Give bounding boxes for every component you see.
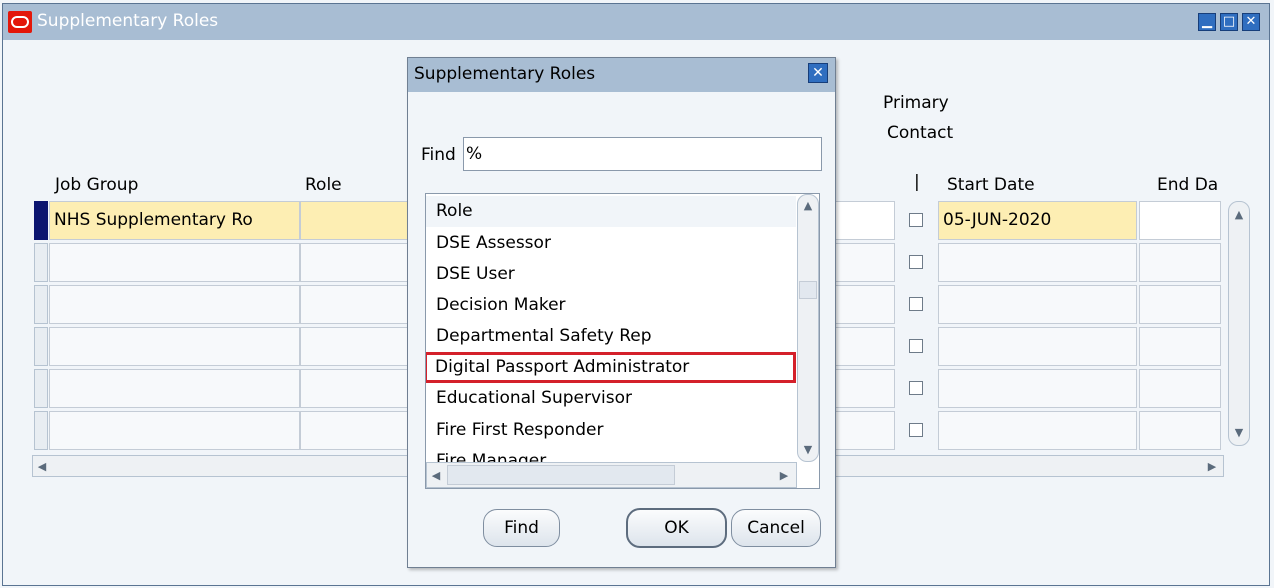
scroll-up-arrow-icon[interactable]: ▲ bbox=[1232, 208, 1246, 221]
job-group-cell[interactable] bbox=[49, 369, 300, 408]
role-header: Role bbox=[305, 175, 342, 195]
window-title: Supplementary Roles bbox=[37, 11, 219, 31]
job-group-cell[interactable] bbox=[49, 411, 300, 450]
job-group-cell[interactable] bbox=[49, 285, 300, 324]
list-item[interactable]: Fire Manager bbox=[426, 446, 796, 462]
grid-vertical-scrollbar[interactable]: ▲ ▼ bbox=[1228, 201, 1250, 446]
job-group-cell[interactable] bbox=[49, 327, 300, 366]
grid-cell[interactable] bbox=[829, 243, 895, 282]
row-indicator[interactable] bbox=[34, 327, 48, 366]
start-date-cell[interactable] bbox=[938, 411, 1137, 450]
role-cell[interactable] bbox=[300, 201, 420, 240]
row-indicator-current[interactable] bbox=[34, 201, 48, 240]
primary-contact-checkbox[interactable] bbox=[909, 381, 923, 395]
row-indicator[interactable] bbox=[34, 411, 48, 450]
maximize-icon[interactable]: □ bbox=[1220, 13, 1238, 31]
end-date-cell[interactable] bbox=[1139, 285, 1221, 324]
start-date-cell[interactable] bbox=[938, 285, 1137, 324]
end-date-header: End Da bbox=[1157, 175, 1219, 195]
scroll-right-arrow-icon[interactable]: ▶ bbox=[777, 469, 791, 482]
dialog-title: Supplementary Roles bbox=[414, 64, 596, 84]
start-date-cell[interactable] bbox=[938, 369, 1137, 408]
list-header-role: Role bbox=[426, 196, 796, 227]
grid-cell[interactable] bbox=[829, 327, 895, 366]
role-cell[interactable] bbox=[300, 243, 420, 282]
row-indicator[interactable] bbox=[34, 243, 48, 282]
end-date-cell[interactable] bbox=[1139, 411, 1221, 450]
primary-contact-header-line2: Contact bbox=[887, 123, 954, 143]
start-date-cell[interactable]: 05-JUN-2020 bbox=[938, 201, 1137, 240]
supplementary-roles-dialog: Supplementary Roles ✕ Find % Role DSE As… bbox=[407, 57, 836, 568]
list-item[interactable]: Decision Maker bbox=[426, 290, 796, 321]
list-item[interactable]: Fire First Responder bbox=[426, 415, 796, 446]
list-item-selected[interactable]: Digital Passport Administrator bbox=[426, 352, 796, 383]
end-date-cell[interactable] bbox=[1139, 369, 1221, 408]
oracle-logo-icon bbox=[8, 11, 32, 33]
end-date-cell[interactable] bbox=[1139, 201, 1221, 240]
job-group-cell[interactable] bbox=[49, 243, 300, 282]
start-date-cell[interactable] bbox=[938, 243, 1137, 282]
scroll-thumb[interactable] bbox=[447, 465, 675, 485]
start-date-header: Start Date bbox=[947, 175, 1035, 195]
role-cell[interactable] bbox=[300, 411, 420, 450]
list-item[interactable]: Educational Supervisor bbox=[426, 383, 796, 414]
list-vertical-scrollbar[interactable]: ▲ ▼ bbox=[797, 194, 819, 462]
scroll-left-arrow-icon[interactable]: ◀ bbox=[429, 469, 443, 482]
job-group-cell[interactable]: NHS Supplementary Ro bbox=[49, 201, 300, 240]
primary-contact-checkbox[interactable] bbox=[909, 213, 923, 227]
scroll-down-arrow-icon[interactable]: ▼ bbox=[1232, 426, 1246, 439]
role-cell[interactable] bbox=[300, 327, 420, 366]
list-item[interactable]: DSE User bbox=[426, 259, 796, 290]
start-date-cell[interactable] bbox=[938, 327, 1137, 366]
primary-contact-checkbox[interactable] bbox=[909, 339, 923, 353]
window-titlebar: Supplementary Roles ▁ □ ✕ bbox=[3, 4, 1269, 40]
indicator-header: | bbox=[914, 172, 920, 192]
scroll-down-arrow-icon[interactable]: ▼ bbox=[801, 443, 815, 456]
find-button[interactable]: Find bbox=[483, 509, 560, 547]
primary-contact-checkbox[interactable] bbox=[909, 255, 923, 269]
scroll-left-arrow-icon[interactable]: ◀ bbox=[35, 460, 49, 473]
find-input[interactable]: % bbox=[463, 137, 822, 171]
row-indicator[interactable] bbox=[34, 369, 48, 408]
end-date-cell[interactable] bbox=[1139, 327, 1221, 366]
list-horizontal-scrollbar[interactable]: ◀ ▶ bbox=[426, 462, 797, 488]
list-item[interactable]: Departmental Safety Rep bbox=[426, 321, 796, 352]
dialog-close-icon[interactable]: ✕ bbox=[808, 63, 828, 83]
scroll-thumb[interactable] bbox=[799, 281, 817, 299]
ok-button[interactable]: OK bbox=[626, 508, 727, 548]
grid-cell[interactable] bbox=[829, 285, 895, 324]
role-cell[interactable] bbox=[300, 285, 420, 324]
row-indicator[interactable] bbox=[34, 285, 48, 324]
scroll-right-arrow-icon[interactable]: ▶ bbox=[1205, 460, 1219, 473]
role-list: Role DSE Assessor DSE User Decision Make… bbox=[425, 193, 820, 489]
grid-cell[interactable] bbox=[829, 369, 895, 408]
grid-cell[interactable] bbox=[829, 201, 895, 240]
close-icon[interactable]: ✕ bbox=[1242, 13, 1260, 31]
find-label: Find bbox=[421, 145, 456, 165]
cancel-button[interactable]: Cancel bbox=[731, 509, 821, 547]
minimize-icon[interactable]: ▁ bbox=[1198, 13, 1216, 31]
job-group-header: Job Group bbox=[55, 175, 139, 195]
scroll-up-arrow-icon[interactable]: ▲ bbox=[801, 199, 815, 212]
role-cell[interactable] bbox=[300, 369, 420, 408]
list-item[interactable]: DSE Assessor bbox=[426, 228, 796, 259]
dialog-titlebar: Supplementary Roles ✕ bbox=[408, 58, 835, 92]
grid-cell[interactable] bbox=[829, 411, 895, 450]
primary-contact-checkbox[interactable] bbox=[909, 423, 923, 437]
end-date-cell[interactable] bbox=[1139, 243, 1221, 282]
primary-contact-header-line1: Primary bbox=[883, 93, 949, 113]
primary-contact-checkbox[interactable] bbox=[909, 297, 923, 311]
